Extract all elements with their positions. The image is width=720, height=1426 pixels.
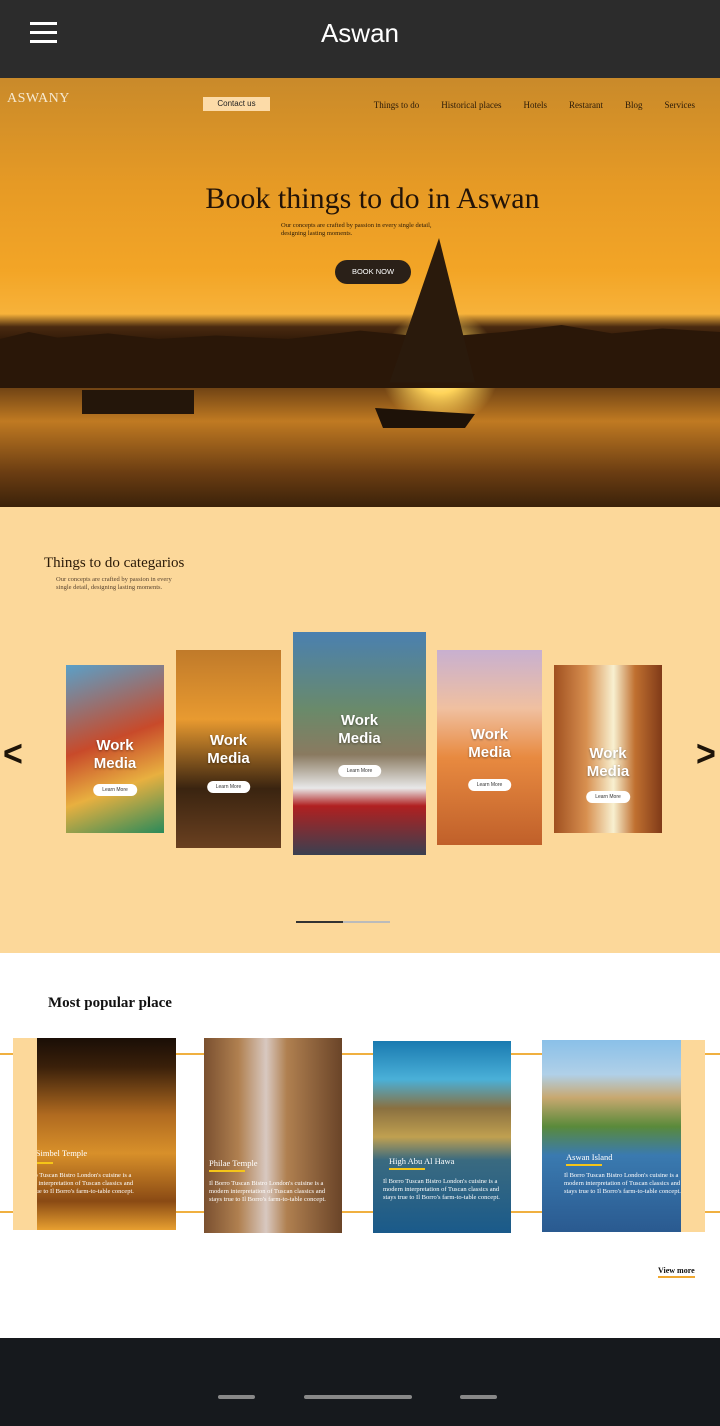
pagination-progress — [296, 921, 343, 923]
popular-section: Most popular place Abu Simbel Temple Il … — [0, 953, 720, 1338]
nav-historical-places[interactable]: Historical places — [441, 100, 501, 110]
subtitle-line: Our concepts are crafted by passion in e… — [56, 576, 172, 583]
nav-blog[interactable]: Blog — [625, 100, 643, 110]
categories-title: Things to do categarios — [44, 555, 185, 571]
decorative-strip — [13, 1038, 39, 1230]
system-nav-bar — [0, 1338, 720, 1426]
place-description: Il Borro Tuscan Bistro London's cuisine … — [209, 1180, 326, 1203]
hero-subtitle-line: designing lasting moments. — [281, 230, 353, 237]
app-bar: Aswan — [0, 0, 720, 78]
place-name: High Abu Al Hawa — [389, 1156, 455, 1166]
home-button[interactable] — [304, 1395, 412, 1399]
decorative-strip — [681, 1040, 705, 1232]
app-title: Aswan — [320, 18, 400, 48]
nav-things-to-do[interactable]: Things to do — [374, 100, 420, 110]
learn-more-button[interactable]: Learn More — [467, 779, 512, 791]
place-card[interactable]: Abu Simbel Temple Il Borro Tuscan Bistro… — [37, 1038, 176, 1230]
hero-subtitle: Our concepts are crafted by passion in e… — [281, 222, 481, 238]
title-underline — [209, 1170, 245, 1172]
category-card[interactable]: Work Media Learn More — [176, 650, 281, 848]
contact-us-button[interactable]: Contact us — [203, 97, 270, 111]
learn-more-button[interactable]: Learn More — [206, 781, 251, 793]
place-card[interactable]: High Abu Al Hawa Il Borro Tuscan Bistro … — [373, 1041, 511, 1233]
place-card[interactable]: Aswan Island Il Borro Tuscan Bistro Lond… — [542, 1040, 681, 1232]
place-name: Abu Simbel Temple — [37, 1148, 88, 1158]
popular-title: Most popular place — [48, 995, 172, 1011]
hero-title: Book things to do in Aswan — [205, 182, 540, 215]
learn-more-button[interactable]: Learn More — [93, 784, 137, 796]
category-card[interactable]: Work Media Learn More — [554, 665, 662, 833]
card-title: Work Media — [207, 732, 250, 767]
book-now-button[interactable]: BOOK NOW — [335, 260, 411, 284]
card-title: Work Media — [468, 726, 511, 761]
city-skyline-image — [0, 325, 720, 388]
ferry-boat-image — [82, 390, 194, 414]
place-card[interactable]: Philae Temple Il Borro Tuscan Bistro Lon… — [204, 1038, 342, 1233]
subtitle-line: single detail, designing lasting moments… — [56, 584, 163, 591]
category-card[interactable]: Work Media Learn More — [437, 650, 542, 845]
site-nav: Things to do Historical places Hotels Re… — [374, 100, 695, 110]
card-title: Work Media — [586, 745, 630, 780]
categories-subtitle: Our concepts are crafted by passion in e… — [56, 576, 196, 592]
card-title: Work Media — [93, 737, 137, 772]
category-card[interactable]: Work Media Learn More — [66, 665, 164, 833]
title-underline — [37, 1162, 53, 1164]
chevron-left-icon[interactable]: < — [3, 733, 23, 776]
chevron-right-icon[interactable]: > — [696, 733, 716, 776]
back-button[interactable] — [460, 1395, 497, 1399]
nav-hotels[interactable]: Hotels — [523, 100, 547, 110]
nav-restaurant[interactable]: Restarant — [569, 100, 603, 110]
view-more-link[interactable]: View more — [658, 1266, 695, 1278]
logo[interactable]: ASWANY — [7, 91, 70, 107]
recent-apps-button[interactable] — [218, 1395, 255, 1399]
place-name: Philae Temple — [209, 1158, 258, 1168]
place-description: Il Borro Tuscan Bistro London's cuisine … — [564, 1172, 681, 1195]
hero-section: ASWANY Contact us Things to do Historica… — [0, 78, 720, 507]
categories-section: Things to do categarios Our concepts are… — [0, 507, 720, 953]
hero-subtitle-line: Our concepts are crafted by passion in e… — [281, 222, 432, 229]
carousel-pagination[interactable] — [296, 921, 390, 923]
card-title: Work Media — [338, 712, 381, 747]
title-underline — [566, 1164, 602, 1166]
category-card[interactable]: Work Media Learn More — [293, 632, 426, 855]
title-underline — [389, 1168, 425, 1170]
place-description: Il Borro Tuscan Bistro London's cuisine … — [383, 1178, 500, 1201]
learn-more-button[interactable]: Learn More — [586, 791, 630, 803]
place-description: Il Borro Tuscan Bistro London's cuisine … — [37, 1172, 134, 1195]
nav-services[interactable]: Services — [665, 100, 696, 110]
learn-more-button[interactable]: Learn More — [337, 765, 382, 777]
place-name: Aswan Island — [566, 1152, 613, 1162]
